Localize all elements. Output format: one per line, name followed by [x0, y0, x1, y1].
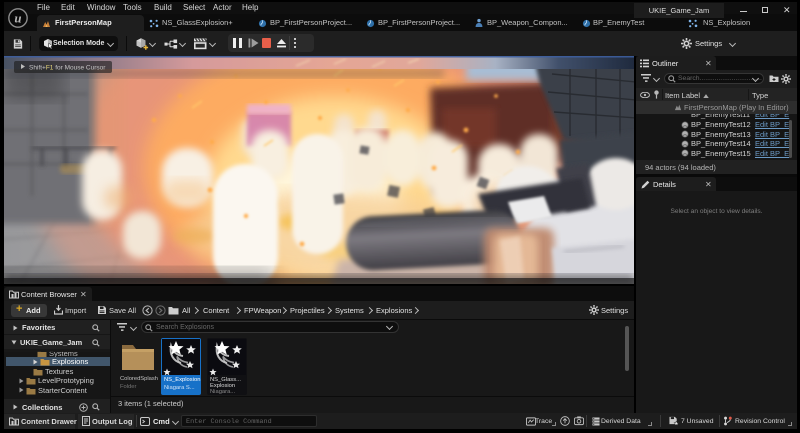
svg-text:u: u	[14, 12, 21, 26]
svg-text:Shift+F1 for Mouse Cursor: Shift+F1 for Mouse Cursor	[29, 65, 106, 72]
